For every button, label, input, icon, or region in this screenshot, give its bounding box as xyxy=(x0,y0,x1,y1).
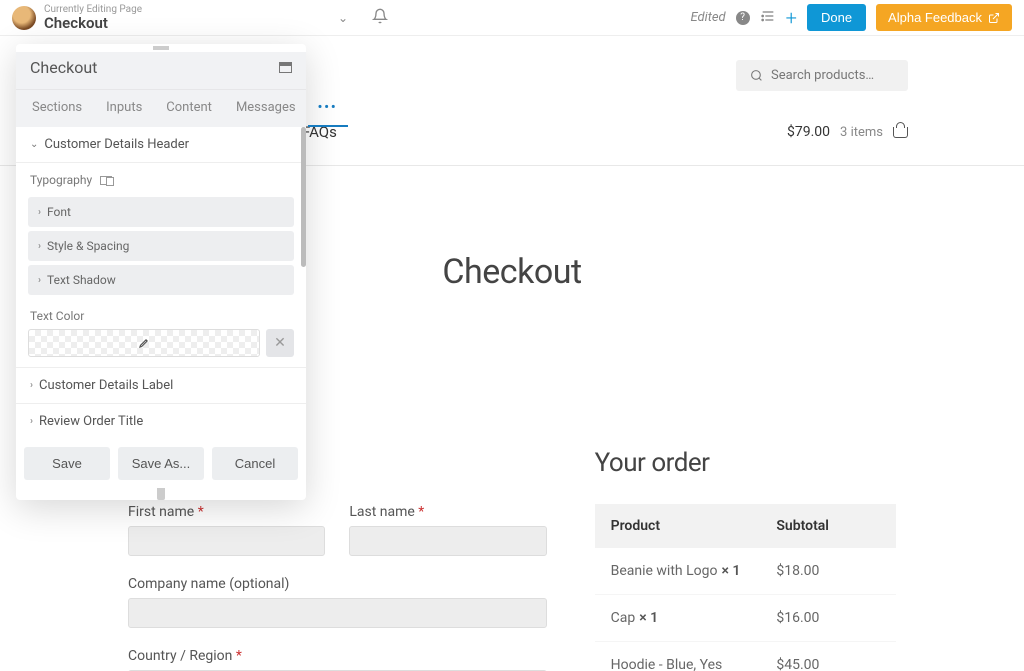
cancel-button[interactable]: Cancel xyxy=(212,447,298,480)
table-row: Beanie with Logo× 1 $18.00 xyxy=(595,548,896,595)
editing-title: Checkout xyxy=(44,15,142,32)
chevron-down-icon: ⌄ xyxy=(30,139,38,150)
col-subtotal: Subtotal xyxy=(776,518,880,534)
company-label: Company name (optional) xyxy=(128,576,547,592)
search-icon xyxy=(750,69,763,82)
table-row: Hoodie - Blue, Yes $45.00 xyxy=(595,642,896,671)
typography-label: Typography xyxy=(30,173,92,187)
tab-more[interactable]: ••• xyxy=(308,90,348,127)
acc-customer-label[interactable]: ›Customer Details Label xyxy=(16,367,306,403)
window-icon[interactable] xyxy=(279,62,292,73)
outline-icon[interactable] xyxy=(760,8,776,28)
editing-context: Currently Editing Page Checkout xyxy=(12,4,142,32)
cart-price: $79.00 xyxy=(787,124,830,140)
external-link-icon xyxy=(988,12,1000,24)
country-label: Country / Region * xyxy=(128,648,547,664)
editor-panel: Checkout Sections Inputs Content Message… xyxy=(16,44,306,500)
help-icon[interactable]: ? xyxy=(736,11,750,25)
basket-icon xyxy=(893,127,908,138)
app-logo xyxy=(12,6,36,30)
last-name-field[interactable] xyxy=(349,526,546,556)
alpha-feedback-button[interactable]: Alpha Feedback xyxy=(876,4,1012,31)
last-name-label: Last name * xyxy=(349,504,546,520)
save-button[interactable]: Save xyxy=(24,447,110,480)
order-title: Your order xyxy=(595,448,896,478)
col-product: Product xyxy=(611,518,777,534)
plus-icon[interactable]: + xyxy=(786,6,797,30)
chevron-right-icon: › xyxy=(30,416,33,427)
acc-review-title[interactable]: ›Review Order Title xyxy=(16,403,306,439)
order-table: Product Subtotal Beanie with Logo× 1 $18… xyxy=(595,504,896,671)
acc-customer-header[interactable]: ⌄ Customer Details Header xyxy=(16,127,306,163)
eyedropper-icon xyxy=(137,336,151,350)
responsive-icon[interactable] xyxy=(100,176,112,185)
done-button[interactable]: Done xyxy=(807,4,866,31)
panel-title: Checkout xyxy=(30,58,279,77)
company-field[interactable] xyxy=(128,598,547,628)
resize-handle[interactable] xyxy=(157,488,165,500)
search-input[interactable]: Search products… xyxy=(736,60,908,91)
tab-inputs[interactable]: Inputs xyxy=(94,90,154,127)
top-toolbar: Currently Editing Page Checkout ⌄ Edited… xyxy=(0,0,1024,36)
tab-sections[interactable]: Sections xyxy=(20,90,94,127)
chevron-right-icon: › xyxy=(30,380,33,391)
chevron-right-icon: › xyxy=(38,241,41,252)
drag-handle[interactable] xyxy=(16,44,306,52)
cart-count: 3 items xyxy=(840,125,883,140)
first-name-field[interactable] xyxy=(128,526,325,556)
text-color-label: Text Color xyxy=(16,299,306,329)
chevron-right-icon: › xyxy=(38,207,41,218)
tab-content[interactable]: Content xyxy=(154,90,224,127)
edited-indicator: Edited xyxy=(691,10,726,25)
cart-summary[interactable]: $79.00 3 items xyxy=(787,124,908,140)
clear-color-button[interactable]: ✕ xyxy=(266,329,294,357)
sub-style-spacing[interactable]: ›Style & Spacing xyxy=(28,231,294,261)
first-name-label: First name * xyxy=(128,504,325,520)
color-picker[interactable] xyxy=(28,329,260,357)
bell-icon[interactable] xyxy=(372,8,388,28)
save-as-button[interactable]: Save As... xyxy=(118,447,204,480)
sub-text-shadow[interactable]: ›Text Shadow xyxy=(28,265,294,295)
chevron-right-icon: › xyxy=(38,275,41,286)
table-row: Cap× 1 $16.00 xyxy=(595,595,896,642)
chevron-down-icon[interactable]: ⌄ xyxy=(338,11,348,25)
tab-messages[interactable]: Messages xyxy=(224,90,308,127)
sub-font[interactable]: ›Font xyxy=(28,197,294,227)
